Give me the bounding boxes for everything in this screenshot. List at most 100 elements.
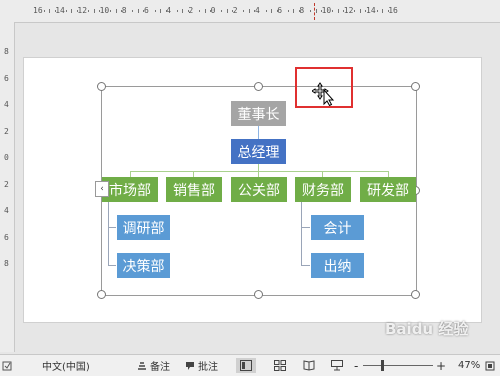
ruler-tick [182,9,184,13]
ruler-left-label: 0 [4,153,9,162]
org-node-dept-market[interactable]: 市场部 [102,177,158,202]
ruler-top-label: 8 [121,6,127,15]
ruler-tick [287,10,289,12]
ruler-left-label: 2 [4,126,9,136]
ruler-tick [332,10,334,12]
resize-handle-top[interactable] [254,82,263,91]
ruler-tick [198,10,200,12]
ruler-top-label: 10 [321,6,332,15]
ruler-left-label: 8 [4,47,9,56]
connector-departments-bar [130,171,388,172]
ruler-top-label: 14 [366,6,376,15]
ruler-top-label: 8 [299,6,305,15]
horizontal-ruler[interactable]: 16 14 12 10 8 6 4 2 0 2 4 6 8 10 12 14 16 [0,0,500,23]
ruler-top-label: 0 [210,6,216,15]
ruler-left-label: 4 [4,100,9,109]
ruler-tick [337,9,339,13]
resize-handle-bottom[interactable] [254,290,263,299]
language-indicator[interactable]: 中文(中国) [42,358,90,373]
zoom-slider-thumb[interactable] [381,360,384,371]
ruler-tick [226,9,228,13]
ruler-tick [154,10,156,12]
ruler-tick [221,10,223,12]
spellcheck-icon[interactable] [2,358,15,373]
notes-label: 备注 [150,362,170,373]
ruler-top-label: 12 [343,6,354,15]
reading-view-button[interactable] [303,358,315,373]
ruler-tick [43,10,45,12]
ruler-top-label: 6 [277,6,283,15]
ruler-top-label: 16 [388,6,398,15]
org-node-decision[interactable]: 决策部 [116,252,171,279]
connector-market-vertical [108,202,109,265]
fit-slide-button[interactable] [485,358,498,373]
org-node-dept-rnd[interactable]: 研发部 [360,177,416,202]
notes-button[interactable]: 备注 [137,358,170,373]
ruler-tick [354,10,356,12]
normal-view-button[interactable] [236,358,256,373]
org-node-research[interactable]: 调研部 [116,214,171,241]
ruler-tick [93,9,95,13]
ruler-position-marker [314,3,316,20]
slideshow-icon [331,360,343,371]
org-node-general-manager[interactable]: 总经理 [231,139,286,164]
ruler-tick [309,10,311,12]
collapse-arrow-icon: ‹ [100,184,104,194]
ruler-tick [160,9,162,13]
ruler-tick [115,9,117,13]
zoom-level[interactable]: 47% [458,358,480,373]
zoom-in-button[interactable]: + [436,358,446,373]
zoom-slider[interactable] [363,358,433,373]
ruler-top-label: 10 [99,6,110,15]
fit-slide-icon [485,361,495,370]
ruler-tick [359,9,361,13]
connector-finance-vertical [301,202,302,265]
ruler-tick [243,10,245,12]
ruler-tick [71,9,73,13]
ruler-tick [248,9,250,13]
text-pane-toggle[interactable]: ‹ [95,181,109,197]
ruler-tick [49,9,51,13]
ruler-tick [293,9,295,13]
comments-icon [186,361,194,370]
ruler-top-label: 6 [144,6,149,15]
slideshow-button[interactable] [331,358,343,373]
zoom-out-button[interactable]: - [354,358,358,373]
ruler-left-label: 8 [4,259,9,268]
resize-handle-top-right[interactable] [411,82,420,91]
ruler-tick [176,10,178,12]
slide-sorter-button[interactable] [274,358,286,373]
ruler-tick [204,9,206,13]
ruler-left-label: 2 [4,179,9,189]
org-node-cashier[interactable]: 出纳 [310,252,365,279]
zoom-slider-track [363,365,433,366]
normal-view-icon [240,360,252,371]
ruler-tick [376,10,378,12]
resize-handle-top-left[interactable] [97,82,106,91]
vertical-ruler[interactable]: 8 6 4 2 0 2 4 6 8 [0,22,15,352]
comments-button[interactable]: 批注 [185,358,218,373]
move-cursor-icon [311,82,340,107]
resize-handle-bottom-right[interactable] [411,290,420,299]
ruler-tick [265,10,267,12]
connector-root-manager [258,125,259,139]
org-node-chairman[interactable]: 董事长 [231,101,286,126]
notes-icon [138,361,146,370]
status-bar: 中文(中国) 备注 批注 - + 47% [0,354,500,376]
ruler-top-label: 12 [77,6,88,15]
org-node-accounting[interactable]: 会计 [310,214,365,241]
org-node-dept-sales[interactable]: 销售部 [166,177,222,202]
ruler-tick [110,10,112,12]
org-node-dept-pr[interactable]: 公关部 [231,177,287,202]
resize-handle-bottom-left[interactable] [97,290,106,299]
ruler-tick [137,9,139,13]
ruler-top-label: 16 [33,6,43,15]
ruler-tick [132,10,134,12]
org-node-dept-finance[interactable]: 财务部 [295,177,351,202]
comments-label: 批注 [198,362,218,373]
ruler-top-label: 4 [255,6,260,15]
ruler-top-label: 14 [55,6,65,15]
reading-view-icon [303,360,315,371]
watermark-logo: Baidu 经验 [385,320,469,338]
ruler-tick [87,10,89,12]
